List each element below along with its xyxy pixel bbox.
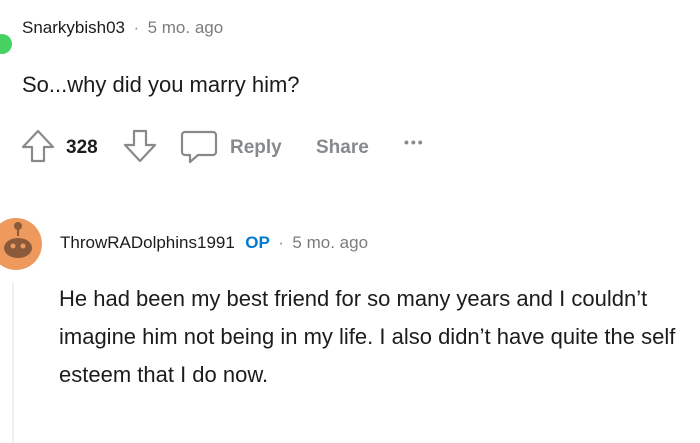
comment2-separator: ·	[278, 233, 284, 252]
thread-line[interactable]	[12, 283, 14, 443]
downvote-button[interactable]	[122, 128, 158, 164]
comment2-username[interactable]: ThrowRADolphins1991	[60, 233, 235, 252]
comment1-body: So...why did you marry him?	[22, 72, 300, 97]
user-avatar[interactable]	[0, 210, 42, 272]
snoo-avatar-icon	[0, 218, 42, 270]
more-options-button[interactable]: •••	[404, 134, 425, 150]
comment2-header: ThrowRADolphins1991 OP · 5 mo. ago	[60, 233, 368, 253]
comment1-username[interactable]: Snarkybish03	[22, 18, 125, 37]
op-badge: OP	[245, 233, 270, 252]
reply-label: Reply	[230, 137, 282, 158]
reply-icon	[180, 130, 218, 164]
comment2-body: He had been my best friend for so many y…	[59, 286, 676, 387]
comment1-header: Snarkybish03 · 5 mo. ago	[22, 18, 223, 38]
downvote-icon	[123, 129, 157, 163]
comment2-timestamp[interactable]: 5 mo. ago	[292, 233, 368, 252]
comment1-separator: ·	[133, 18, 140, 37]
online-indicator	[0, 34, 12, 54]
vote-count: 328	[66, 137, 98, 158]
comment1-timestamp[interactable]: 5 mo. ago	[148, 18, 224, 37]
upvote-icon	[21, 129, 55, 163]
upvote-button[interactable]	[20, 128, 56, 164]
share-button[interactable]: Share	[316, 137, 369, 159]
